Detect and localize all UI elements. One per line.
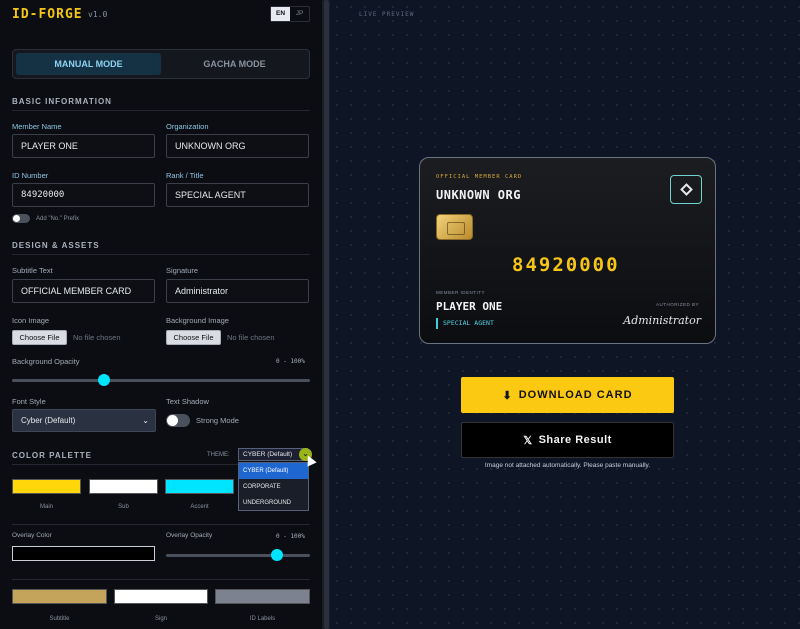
bg-opacity-slider[interactable]: [12, 379, 310, 382]
bg-file-status: No file chosen: [227, 333, 275, 342]
rank-label: Rank / Title: [166, 171, 204, 180]
live-preview-label: LIVE PREVIEW: [359, 11, 415, 18]
card-logo-icon: [670, 175, 702, 204]
card-authorized-label: AUTHORIZED BY: [655, 302, 699, 307]
prefix-label: Add "No." Prefix: [36, 216, 79, 222]
member-name-input[interactable]: PLAYER ONE: [12, 134, 155, 158]
section-design-title: DESIGN & ASSETS: [12, 241, 100, 250]
mode-switch: MANUAL MODE GACHA MODE: [12, 49, 310, 79]
rank-input[interactable]: SPECIAL AGENT: [166, 183, 309, 207]
overlay-opacity-slider[interactable]: [166, 554, 310, 557]
theme-option-cyber[interactable]: CYBER (Default): [239, 463, 308, 479]
theme-select[interactable]: CYBER (Default): [238, 448, 308, 461]
bg-choose-file-button[interactable]: Choose File: [166, 330, 221, 345]
share-note: Image not attached automatically. Please…: [484, 462, 651, 469]
overlay-opacity-slider-thumb[interactable]: [270, 549, 283, 561]
divider: [12, 254, 310, 255]
strong-mode-label: Strong Mode: [196, 416, 239, 425]
lang-en-button[interactable]: EN: [271, 7, 290, 21]
text-shadow-label: Text Shadow: [166, 397, 209, 406]
download-card-button[interactable]: ⬇ DOWNLOAD CARD: [461, 377, 674, 413]
strong-mode-toggle[interactable]: [166, 414, 190, 427]
id-labels-color-swatch[interactable]: [215, 589, 310, 604]
section-palette-title: COLOR PALETTE: [12, 451, 92, 460]
card-subtitle: OFFICIAL MEMBER CARD: [436, 174, 523, 180]
theme-option-corporate[interactable]: CORPORATE: [239, 479, 308, 495]
card-id-number: 84920000: [512, 254, 620, 276]
subtitle-color-label: Subtitle: [49, 616, 70, 622]
overlay-color-swatch[interactable]: [12, 546, 155, 561]
accent-color-label: Accent: [190, 504, 209, 510]
theme-option-underground[interactable]: UNDERGROUND: [239, 495, 308, 511]
sign-color-swatch[interactable]: [114, 589, 208, 604]
diamond-icon: [680, 183, 693, 196]
lang-jp-button[interactable]: JP: [290, 7, 309, 21]
card-rank: SPECIAL AGENT: [436, 318, 494, 329]
divider: [12, 524, 310, 525]
x-logo-icon: 𝕏: [523, 434, 533, 447]
bg-opacity-slider-thumb[interactable]: [98, 374, 111, 386]
font-style-select[interactable]: Cyber (Default) ⌄: [12, 409, 156, 432]
bg-opacity-range-text: 0 - 100%: [276, 358, 305, 365]
prefix-toggle[interactable]: [12, 214, 30, 223]
chevron-down-icon: ⌄: [142, 416, 149, 425]
theme-dropdown: CYBER (Default) CORPORATE UNDERGROUND: [238, 462, 309, 511]
card-member-identity-label: MEMBER IDENTITY: [436, 290, 486, 295]
overlay-color-label: Overlay Color: [12, 532, 52, 539]
organization-label: Organization: [166, 122, 209, 131]
subtitle-input[interactable]: OFFICIAL MEMBER CARD: [12, 279, 155, 303]
sign-color-label: Sign: [154, 616, 167, 622]
manual-mode-tab[interactable]: MANUAL MODE: [16, 53, 161, 75]
organization-input[interactable]: UNKNOWN ORG: [166, 134, 309, 158]
sub-color-label: Sub: [118, 504, 129, 510]
icon-file-status: No file chosen: [73, 333, 121, 342]
background-image-label: Background Image: [166, 316, 229, 325]
card-signature: Administrator: [623, 314, 701, 327]
sub-color-swatch[interactable]: [89, 479, 158, 494]
main-color-swatch[interactable]: [12, 479, 81, 494]
card-organization: UNKNOWN ORG: [436, 188, 521, 202]
icon-choose-file-button[interactable]: Choose File: [12, 330, 67, 345]
main-color-label: Main: [39, 504, 53, 510]
download-icon: ⬇: [502, 389, 513, 402]
editor-panel: ID-FORGE v1.0 EN JP MANUAL MODE GACHA MO…: [0, 0, 322, 629]
font-style-label: Font Style: [12, 397, 46, 406]
gacha-mode-tab[interactable]: GACHA MODE: [162, 53, 307, 75]
share-result-label: Share Result: [538, 434, 612, 446]
id-labels-color-label: ID Labels: [249, 616, 276, 622]
icon-image-label: Icon Image: [12, 316, 50, 325]
app-title: ID-FORGE: [12, 7, 83, 22]
download-card-label: DOWNLOAD CARD: [518, 389, 633, 401]
id-number-label: ID Number: [12, 171, 49, 180]
bg-opacity-label: Background Opacity: [12, 357, 80, 366]
signature-input[interactable]: Administrator: [166, 279, 309, 303]
signature-label: Signature: [166, 266, 199, 275]
share-result-button[interactable]: 𝕏 Share Result: [461, 422, 674, 458]
divider: [12, 579, 310, 580]
language-switch: EN JP: [270, 6, 310, 22]
app-version: v1.0: [88, 10, 108, 19]
subtitle-color-swatch[interactable]: [12, 589, 107, 604]
chip-icon: [436, 214, 473, 240]
divider: [12, 110, 310, 111]
member-name-label: Member Name: [12, 122, 62, 131]
id-card-preview: OFFICIAL MEMBER CARD UNKNOWN ORG 8492000…: [419, 157, 716, 344]
section-basic-title: BASIC INFORMATION: [12, 97, 112, 106]
accent-color-swatch[interactable]: [165, 479, 234, 494]
card-member-name: PLAYER ONE: [436, 300, 503, 313]
scrollbar-thumb[interactable]: [324, 0, 329, 629]
font-style-value: Cyber (Default): [21, 416, 76, 425]
id-number-input[interactable]: 84920000: [12, 183, 155, 207]
subtitle-label: Subtitle Text: [12, 266, 53, 275]
theme-label: THEME:: [207, 452, 230, 458]
overlay-opacity-range-text: 0 - 100%: [276, 533, 305, 540]
overlay-opacity-label: Overlay Opacity: [166, 532, 213, 539]
